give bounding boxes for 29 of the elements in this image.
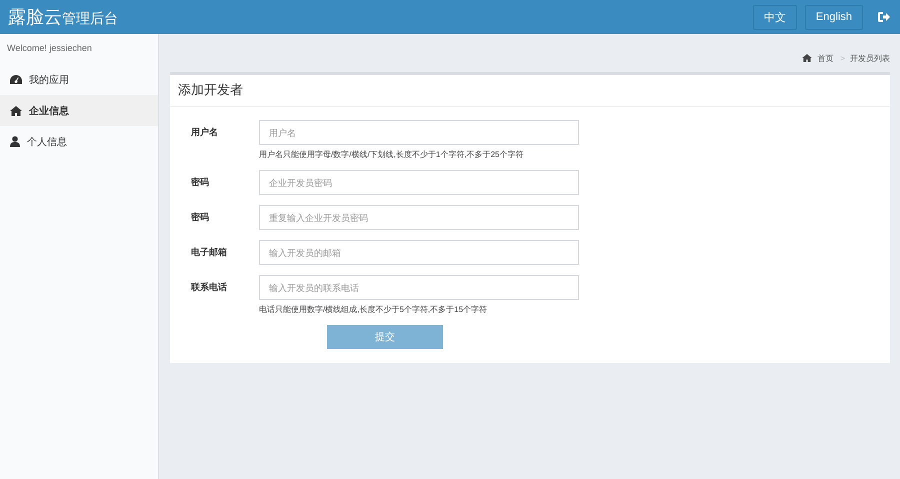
input-field[interactable]: 输入开发员的联系电话 — [259, 275, 579, 300]
brand-title: 露脸云 — [8, 6, 62, 29]
help-text: 电话只能使用数字/横线组成,长度不少于5个字符,不多于15个字符 — [259, 304, 488, 315]
logout-icon[interactable] — [877, 11, 890, 23]
field-label: 电子邮箱 — [190, 246, 228, 259]
home-icon — [802, 54, 812, 62]
sidebar-item[interactable]: 企业信息 — [0, 95, 158, 126]
home-icon — [10, 106, 22, 116]
language-button[interactable]: English — [804, 4, 863, 30]
field-label: 密码 — [190, 211, 210, 224]
sidebar-item[interactable]: 我的应用 — [0, 64, 158, 95]
sidebar-item[interactable]: 个人信息 — [0, 126, 158, 157]
help-text: 用户名只能使用字母/数字/横线/下划线,长度不少于1个字符,不多于25个字符 — [259, 149, 524, 160]
input-field[interactable]: 企业开发员密码 — [259, 170, 579, 195]
user-icon — [10, 136, 20, 147]
breadcrumb-link[interactable]: 首页 — [817, 52, 834, 64]
gauge-icon — [10, 74, 22, 84]
card-title: 添加开发者 — [170, 75, 890, 107]
input-field[interactable]: 重复输入企业开发员密码 — [259, 205, 579, 230]
field-label: 密码 — [190, 176, 210, 189]
breadcrumb-separator: > — [840, 54, 845, 62]
brand-subtitle: 管理后台 — [62, 10, 118, 28]
field-label: 用户名 — [190, 126, 219, 139]
input-field[interactable]: 输入开发员的邮箱 — [259, 240, 579, 265]
breadcrumb-link[interactable]: 开发员列表 — [850, 52, 890, 64]
language-button[interactable]: 中文 — [752, 4, 797, 30]
input-field[interactable]: 用户名 — [259, 120, 579, 145]
field-label: 联系电话 — [190, 281, 228, 294]
welcome-text: Welcome! jessiechen — [6, 42, 93, 55]
